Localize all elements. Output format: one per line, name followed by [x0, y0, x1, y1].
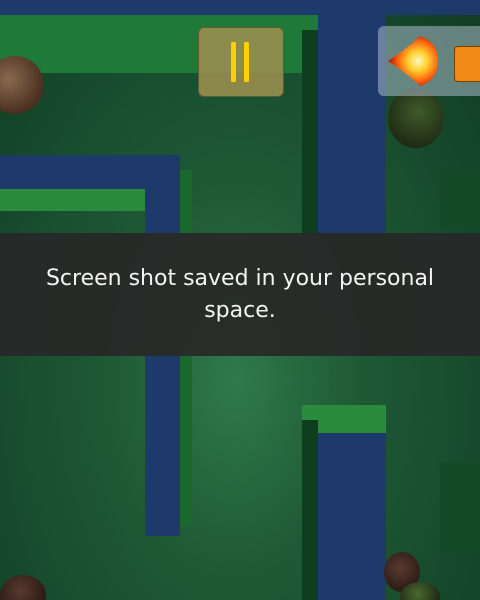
- enemy-bottom-right: [400, 582, 440, 600]
- maze-wall-vertical-lower-left-side: [180, 356, 192, 526]
- maze-wall-top-border: [0, 0, 480, 15]
- maze-block-right-upper: [440, 170, 480, 230]
- maze-wall-vertical-right-side: [302, 30, 318, 235]
- screenshot-toast: Screen shot saved in your personal space…: [0, 233, 480, 356]
- maze-wall-horizontal-left: [0, 155, 180, 189]
- maze-block-right-lower: [440, 462, 480, 552]
- maze-wall-vertical-lower-right: [318, 433, 386, 600]
- pause-button[interactable]: [198, 27, 284, 97]
- maze-wall-vertical-lower-right-side: [302, 420, 318, 600]
- toast-message: Screen shot saved in your personal space…: [45, 265, 435, 323]
- maze-wall-vertical-lower-left: [145, 356, 180, 536]
- maze-wall-horizontal-left-face: [0, 189, 145, 211]
- maze-wall-left-post-side: [180, 170, 192, 233]
- maze-wall-left-post: [145, 189, 180, 233]
- maze-wall-vertical-right: [318, 15, 386, 235]
- weapon-slot-orange[interactable]: [454, 46, 480, 82]
- enemy-ghost-green: [388, 88, 444, 148]
- fire-button[interactable]: [378, 26, 480, 96]
- fireball-icon: [388, 36, 438, 86]
- barrel-bottom-left: [0, 575, 46, 600]
